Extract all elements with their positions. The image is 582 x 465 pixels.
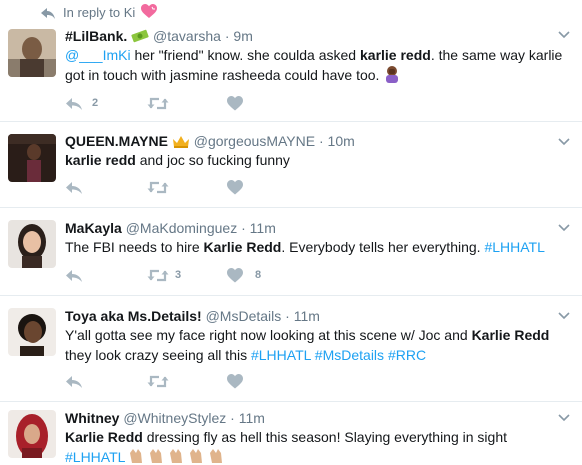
heart-icon [227,96,243,111]
tweet-header: QUEEN.MAYNE @gorgeousMAYNE · 10m [65,133,355,149]
timestamp[interactable]: 11m [239,410,265,426]
text-segment: Y'all gotta see my face right now lookin… [65,327,472,343]
text-segment: dressing fly as hell this season! Slayin… [142,429,508,445]
tweet-actions: 3 8 [65,266,465,286]
separator-dot: · [224,28,230,44]
hashtag-link[interactable]: #RRC [388,347,426,363]
tweet[interactable]: Toya aka Ms.Details! @MsDetails · 11m Y'… [0,296,582,402]
text-segment: her "friend" know. she coulda asked [130,47,360,63]
handle[interactable]: @gorgeousMAYNE [194,133,315,149]
timestamp[interactable]: 9m [233,28,252,44]
display-name[interactable]: #LilBank. [65,28,127,44]
tweet[interactable]: MaKayla @MaKdominguez · 11m The FBI need… [0,208,582,296]
reply-icon [66,270,82,282]
chevron-down-icon[interactable] [558,138,570,146]
avatar[interactable] [8,220,56,268]
tweet-actions [65,372,465,392]
retweet-icon [147,375,169,388]
highlighted-keyword: Karlie Redd [471,327,550,343]
pink-heart-emoji [141,4,157,18]
reply-icon [66,98,82,110]
tweet-text: karlie redd and joc so fucking funny [65,150,565,170]
highlighted-keyword: Karlie Redd [65,429,143,445]
text-segment: they look crazy seeing all this [65,347,251,363]
display-name[interactable]: Toya aka Ms.Details! [65,308,202,324]
separator-dot: · [318,133,324,149]
tweet-text: Karlie Redd dressing fly as hell this se… [65,427,565,465]
reply-count: 2 [92,97,99,109]
heart-icon [227,268,243,283]
tweet[interactable]: Whitney @WhitneyStylez · 11m Karlie Redd… [0,402,582,465]
tweet-header: MaKayla @MaKdominguez · 11m [65,220,276,236]
tweet[interactable]: #LilBank. @tavarsha · 9m @___ImKi her "f… [0,24,582,122]
display-name[interactable]: QUEEN.MAYNE [65,133,168,149]
tweet-actions: 2 [65,94,465,114]
separator-dot: · [285,308,290,324]
handle[interactable]: @MsDetails [206,308,282,324]
avatar[interactable] [8,29,56,77]
timestamp[interactable]: 10m [328,133,355,149]
avatar[interactable] [8,410,56,458]
like-count: 8 [255,269,262,281]
tweet-text: The FBI needs to hire Karlie Redd. Every… [65,237,565,257]
reply-arrow-icon [41,8,55,19]
mention-link[interactable]: @___ImKi [65,47,131,63]
highlighted-keyword: karlie redd [360,47,431,63]
crown-emoji [172,136,189,148]
chevron-down-icon[interactable] [558,312,570,320]
separator-dot: · [230,410,235,426]
in-reply-to-text: In reply to Ki [63,5,136,20]
handle[interactable]: @tavarsha [153,28,221,44]
retweet-icon [147,269,169,282]
retweet-icon [147,97,169,110]
text-segment: . Everybody tells her everything. [281,239,485,255]
tweet-text: @___ImKi her "friend" know. she coulda a… [65,45,565,85]
separator-dot: · [241,220,246,236]
hashtag-link[interactable]: #LHHATL [251,347,311,363]
money-bag-emoji [131,29,149,43]
display-name[interactable]: MaKayla [65,220,122,236]
tweet-actions [65,178,465,198]
in-reply-to-header[interactable]: In reply to Ki [0,0,582,24]
highlighted-keyword: karlie redd [65,152,136,168]
heart-icon [227,180,243,195]
handle[interactable]: @MaKdominguez [126,220,238,236]
tweet[interactable]: QUEEN.MAYNE @gorgeousMAYNE · 10m karlie … [0,122,582,208]
avatar[interactable] [8,134,56,182]
hashtag-link[interactable]: #MsDetails [315,347,384,363]
chevron-down-icon[interactable] [558,31,570,39]
tweet-header: #LilBank. @tavarsha · 9m [65,28,253,44]
avatar[interactable] [8,308,56,356]
hashtag-link[interactable]: #LHHATL [484,239,544,255]
heart-icon [227,374,243,389]
timestamp[interactable]: 11m [250,220,276,236]
retweet-count: 3 [175,269,182,281]
handle[interactable]: @WhitneyStylez [123,410,226,426]
text-segment: and joc so fucking funny [135,152,290,168]
retweet-icon [147,181,169,194]
reply-icon [66,376,82,388]
highlighted-keyword: Karlie Redd [203,239,282,255]
text-segment: The FBI needs to hire [65,239,204,255]
facepalm-emoji [386,66,399,83]
chevron-down-icon[interactable] [558,224,570,232]
hashtag-link[interactable]: #LHHATL [65,449,125,465]
clapping-hands-emoji [129,449,222,463]
reply-icon [66,182,82,194]
timestamp[interactable]: 11m [294,308,320,324]
display-name[interactable]: Whitney [65,410,119,426]
tweet-header: Whitney @WhitneyStylez · 11m [65,410,265,426]
tweet-header: Toya aka Ms.Details! @MsDetails · 11m [65,308,320,324]
chevron-down-icon[interactable] [558,414,570,422]
tweet-text: Y'all gotta see my face right now lookin… [65,325,570,365]
